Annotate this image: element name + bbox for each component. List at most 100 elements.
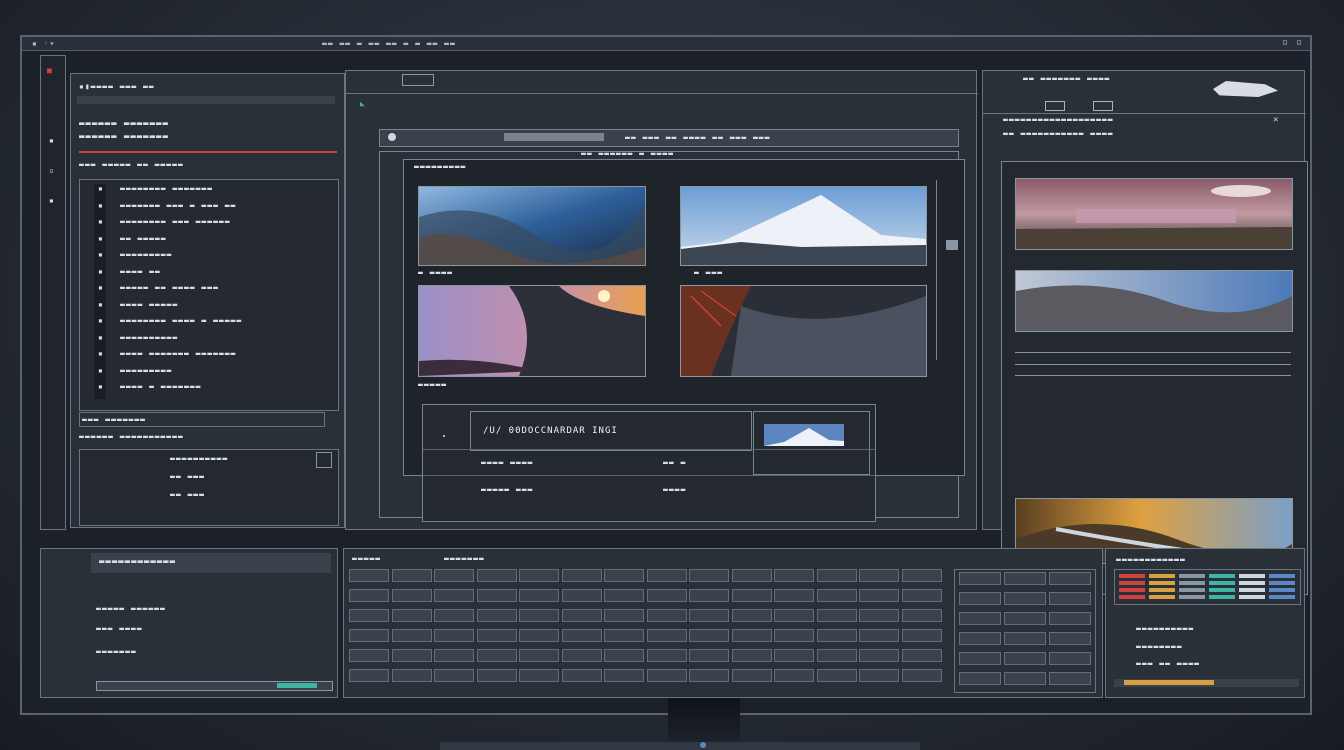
control-key[interactable]: [349, 589, 389, 602]
color-swatch[interactable]: [1119, 581, 1145, 585]
control-key[interactable]: [519, 609, 559, 622]
control-key[interactable]: [689, 629, 729, 642]
control-key[interactable]: [859, 609, 899, 622]
color-swatch[interactable]: [1179, 588, 1205, 592]
control-key[interactable]: [859, 629, 899, 642]
control-key[interactable]: [1004, 632, 1046, 645]
control-key[interactable]: [901, 629, 942, 642]
control-key[interactable]: [349, 609, 389, 622]
export-progress[interactable]: [1114, 679, 1299, 687]
control-key[interactable]: [519, 569, 559, 582]
control-key[interactable]: [349, 569, 389, 582]
thumbnail-2[interactable]: [680, 186, 927, 266]
control-key[interactable]: [774, 629, 814, 642]
file-list-item[interactable]: ▬▬▬▬▬▬▬▬▬▬: [120, 333, 178, 342]
toolbar-dot-icon[interactable]: [388, 133, 396, 141]
control-key[interactable]: [561, 609, 602, 622]
control-key[interactable]: [959, 592, 1001, 605]
file-list-item[interactable]: ▬▬▬▬ ▬▬▬▬▬▬▬ ▬▬▬▬▬▬▬: [120, 349, 236, 358]
control-key[interactable]: [731, 629, 772, 642]
control-key[interactable]: [476, 609, 517, 622]
info-preview-cell[interactable]: [753, 411, 870, 475]
control-key[interactable]: [731, 589, 772, 602]
control-key[interactable]: [434, 649, 474, 662]
control-key[interactable]: [646, 569, 687, 582]
control-key[interactable]: [391, 589, 432, 602]
control-key[interactable]: [859, 569, 899, 582]
control-key[interactable]: [434, 609, 474, 622]
control-key[interactable]: [1049, 652, 1091, 665]
control-key[interactable]: [859, 669, 899, 682]
control-key[interactable]: [1049, 592, 1091, 605]
control-key[interactable]: [689, 569, 729, 582]
library-thumb-2[interactable]: [1015, 270, 1293, 332]
file-list-item[interactable]: ▬▬▬▬▬ ▬▬ ▬▬▬▬ ▬▬▬: [120, 283, 219, 292]
control-key[interactable]: [1049, 572, 1091, 585]
tool-icon-3[interactable]: ▪: [49, 196, 55, 205]
control-key[interactable]: [604, 589, 644, 602]
menu-bar-left-text[interactable]: ▪ ◦▾: [32, 39, 55, 48]
control-key[interactable]: [689, 609, 729, 622]
control-key[interactable]: [1004, 572, 1046, 585]
file-list-item[interactable]: ▬▬▬▬ ▬ ▬▬▬▬▬▬▬: [120, 382, 201, 391]
control-key[interactable]: [391, 669, 432, 682]
control-key[interactable]: [1049, 612, 1091, 625]
color-swatch[interactable]: [1149, 588, 1175, 592]
control-key[interactable]: [689, 669, 729, 682]
control-key[interactable]: [774, 669, 814, 682]
arrow-icon[interactable]: ◣: [360, 99, 366, 108]
control-key[interactable]: [731, 569, 772, 582]
control-key[interactable]: [774, 569, 814, 582]
control-key[interactable]: [646, 669, 687, 682]
control-key[interactable]: [349, 629, 389, 642]
gallery-scrollbar[interactable]: [936, 180, 947, 360]
control-key[interactable]: [959, 612, 1001, 625]
color-swatch[interactable]: [1179, 574, 1205, 578]
control-key[interactable]: [561, 569, 602, 582]
control-key[interactable]: [1004, 672, 1046, 685]
color-swatch[interactable]: [1239, 588, 1265, 592]
close-small-icon[interactable]: ✕: [1273, 115, 1283, 125]
color-swatch[interactable]: [1209, 595, 1235, 599]
color-swatch[interactable]: [1209, 574, 1235, 578]
control-key[interactable]: [646, 589, 687, 602]
tool-icon-2[interactable]: ▫: [49, 166, 55, 175]
control-key[interactable]: [434, 589, 474, 602]
properties-row-3[interactable]: ▬▬ ▬▬▬: [170, 490, 205, 499]
color-swatch[interactable]: [1269, 588, 1295, 592]
file-list-item[interactable]: ▬▬ ▬▬▬▬▬: [120, 234, 167, 243]
control-key[interactable]: [816, 629, 857, 642]
tool-icon-1[interactable]: ▪: [49, 136, 55, 145]
library-tab-1[interactable]: [1045, 101, 1065, 111]
color-swatch[interactable]: [1179, 581, 1205, 585]
layers-row-1[interactable]: ▬▬▬▬▬ ▬▬▬▬▬▬: [96, 604, 166, 613]
control-key[interactable]: [859, 649, 899, 662]
control-key[interactable]: [689, 589, 729, 602]
file-list-item[interactable]: ▬▬▬▬▬▬▬▬▬: [120, 366, 172, 375]
control-key[interactable]: [731, 649, 772, 662]
control-key[interactable]: [349, 669, 389, 682]
control-key[interactable]: [561, 669, 602, 682]
control-key[interactable]: [816, 589, 857, 602]
control-key[interactable]: [434, 669, 474, 682]
control-key[interactable]: [646, 609, 687, 622]
file-list-item[interactable]: ▬▬▬▬ ▬▬▬▬▬: [120, 300, 178, 309]
control-key[interactable]: [349, 649, 389, 662]
control-key[interactable]: [391, 609, 432, 622]
color-swatch[interactable]: [1269, 574, 1295, 578]
control-key[interactable]: [604, 669, 644, 682]
control-key[interactable]: [774, 609, 814, 622]
file-list-item[interactable]: ▬▬▬▬▬▬▬▬ ▬▬▬▬ ▬ ▬▬▬▬▬: [120, 316, 242, 325]
control-key[interactable]: [646, 649, 687, 662]
close-icon[interactable]: ▫ ▫: [1282, 37, 1303, 48]
layers-row-3[interactable]: ▬▬▬▬▬▬▬: [96, 647, 137, 656]
library-tab-2[interactable]: [1093, 101, 1113, 111]
controls-tab-2[interactable]: ▬▬▬▬▬▬▬: [444, 554, 485, 563]
thumbnail-4[interactable]: [680, 285, 927, 377]
file-list-item[interactable]: ▬▬▬▬▬▬▬▬ ▬▬▬ ▬▬▬▬▬▬: [120, 217, 231, 226]
file-list-item[interactable]: ▬▬▬▬▬▬▬ ▬▬▬ ▬ ▬▬▬ ▬▬: [120, 201, 236, 210]
color-swatch[interactable]: [1239, 581, 1265, 585]
gallery-scroll-thumb[interactable]: [946, 240, 958, 250]
control-key[interactable]: [731, 669, 772, 682]
controls-tab-1[interactable]: ▬▬▬▬▬: [352, 554, 381, 563]
